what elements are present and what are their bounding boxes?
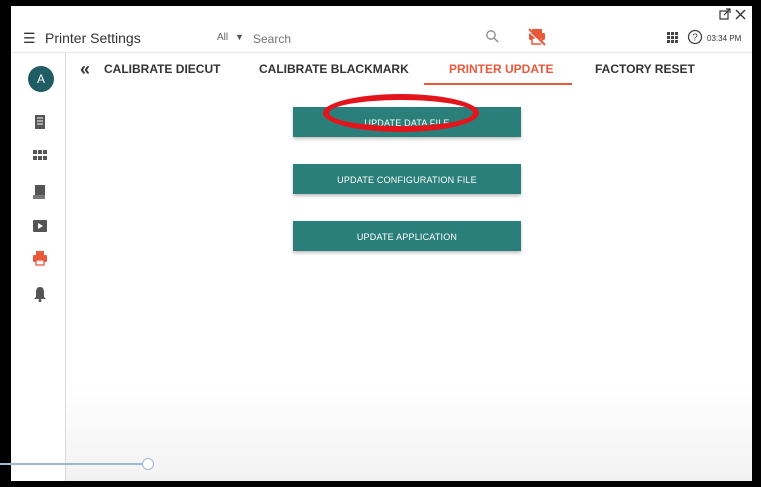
svg-text:?: ?	[692, 33, 698, 44]
receipt-icon[interactable]	[32, 184, 48, 200]
highlight-annotation-circle	[323, 94, 479, 132]
popout-icon[interactable]	[719, 8, 731, 20]
help-icon[interactable]: ?	[687, 29, 703, 45]
close-icon[interactable]	[735, 9, 746, 20]
caret-down-icon[interactable]: ▼	[235, 32, 244, 42]
tab-calibrate-diecut[interactable]: CALIBRATE DIECUT	[104, 62, 220, 76]
grid-icon[interactable]	[32, 148, 48, 164]
search-filter-select[interactable]: All	[217, 32, 228, 43]
document-icon[interactable]	[32, 114, 48, 130]
apps-icon[interactable]	[667, 32, 678, 43]
printer-icon[interactable]	[32, 250, 48, 266]
printer-offline-icon[interactable]	[527, 28, 547, 46]
page-title: Printer Settings	[45, 30, 141, 46]
update-configuration-file-button[interactable]: UPDATE CONFIGURATION FILE	[293, 164, 521, 194]
app-header: ☰ Printer Settings All ▼ ? 03:34 PM	[11, 24, 752, 53]
app-window: ☰ Printer Settings All ▼ ? 03:34 PM A	[11, 6, 752, 481]
video-icon[interactable]	[32, 218, 48, 234]
active-tab-indicator	[424, 83, 572, 85]
avatar[interactable]: A	[28, 66, 54, 92]
tab-factory-reset[interactable]: FACTORY RESET	[595, 62, 695, 76]
content-fade	[66, 386, 752, 481]
clock-time: 03:34 PM	[707, 34, 742, 43]
bell-icon[interactable]	[32, 286, 48, 302]
window-controls	[719, 8, 746, 20]
video-progress-handle[interactable]	[142, 458, 154, 470]
window-chrome	[11, 6, 752, 24]
update-application-button[interactable]: UPDATE APPLICATION	[293, 221, 521, 251]
tab-printer-update[interactable]: PRINTER UPDATE	[449, 62, 553, 76]
search-icon[interactable]	[485, 29, 499, 43]
video-progress-bar[interactable]	[0, 463, 150, 465]
tab-calibrate-blackmark[interactable]: CALIBRATE BLACKMARK	[259, 62, 409, 76]
double-chevron-left-icon[interactable]: «	[80, 60, 90, 78]
tab-bar: « CALIBRATE DIECUT CALIBRATE BLACKMARK P…	[66, 53, 752, 87]
menu-icon[interactable]: ☰	[23, 30, 36, 47]
sidebar: A	[11, 53, 66, 481]
